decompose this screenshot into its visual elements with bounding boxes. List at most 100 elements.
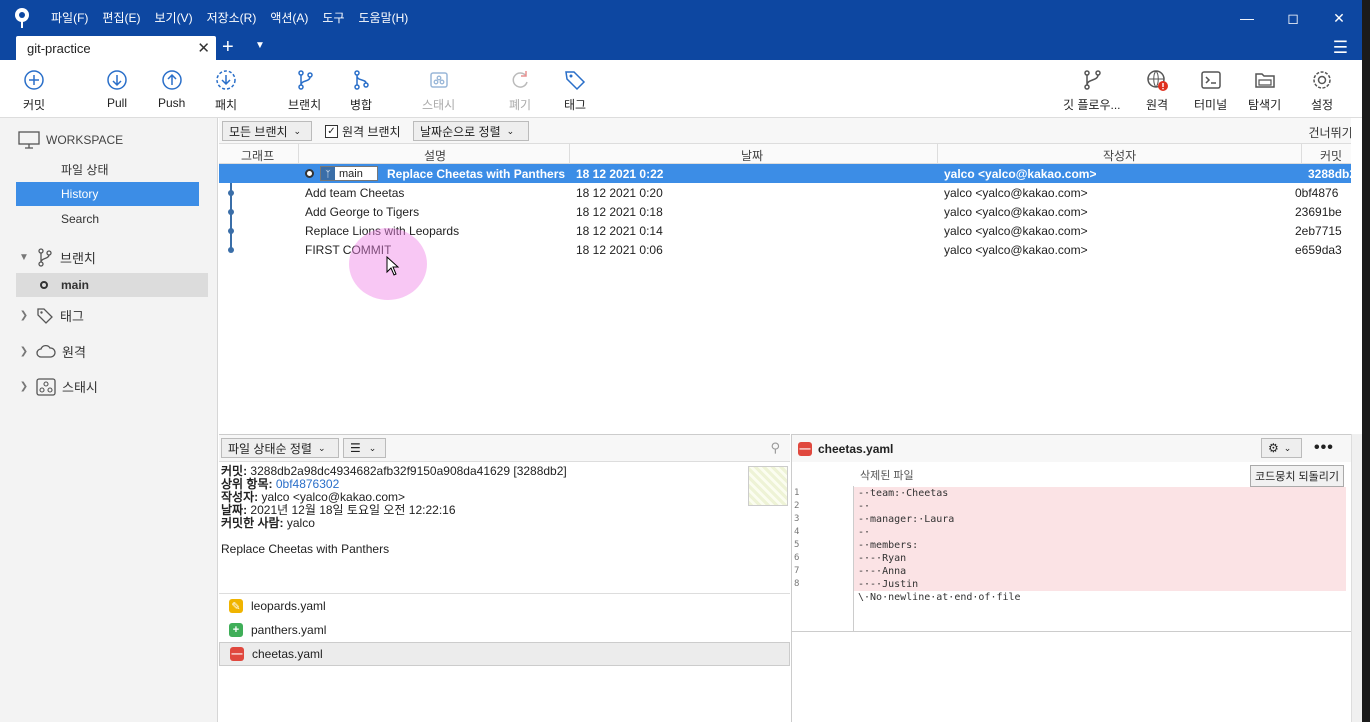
branch-button[interactable]: 브랜치	[288, 68, 321, 113]
gitflow-button[interactable]: 깃 플로우...	[1063, 68, 1121, 113]
sidebar-group-tags[interactable]: ❯ 태그	[18, 306, 84, 325]
settings-button[interactable]: 설정	[1310, 68, 1334, 113]
commit-row[interactable]: ᛉ main Replace Cheetas with Panthers 18 …	[219, 164, 1362, 183]
sidebar-group-remotes[interactable]: ❯ 원격	[18, 342, 86, 361]
menu-repository[interactable]: 저장소(R)	[200, 0, 264, 36]
pull-button[interactable]: Pull	[105, 68, 129, 110]
gear-icon: ⚙	[1268, 441, 1279, 455]
workspace-header: WORKSPACE	[18, 130, 123, 150]
menu-actions[interactable]: 액션(A)	[263, 0, 315, 36]
fetch-button[interactable]: 패치	[214, 68, 238, 113]
chevron-down-icon[interactable]: ▼	[255, 40, 265, 51]
sidebar-group-stashes[interactable]: ❯ 스태시	[18, 377, 98, 396]
tab-git-practice[interactable]: git-practice ✕	[16, 36, 216, 60]
settings-label: 설정	[1310, 98, 1334, 112]
file-row[interactable]: — cheetas.yaml	[219, 642, 790, 666]
sidebar-item-branch-main[interactable]: main	[16, 273, 208, 297]
column-graph[interactable]: 그래프	[241, 147, 274, 164]
minimize-icon[interactable]: —	[1224, 0, 1270, 36]
commit-author: yalco <yalco@kakao.com>	[944, 224, 1088, 238]
view-mode-dropdown[interactable]: ☰ ⌄	[343, 438, 386, 458]
diff-scrollbar[interactable]	[1351, 434, 1362, 722]
merge-icon	[354, 70, 369, 90]
diff-line-deleted: -·-·Justin	[854, 578, 1346, 591]
branch-filter-value: 모든 브랜치	[229, 124, 288, 139]
parent-commit-link[interactable]: 0bf4876302	[276, 477, 339, 491]
menu-file[interactable]: 파일(F)	[44, 0, 95, 36]
column-commit[interactable]: 커밋	[1320, 147, 1342, 164]
stash-button[interactable]: 스태시	[422, 68, 455, 113]
menu-tools[interactable]: 도구	[315, 0, 351, 36]
tag-button[interactable]: 태그	[563, 68, 587, 113]
diff-line-deleted: -·team:·Cheetas	[854, 487, 1346, 500]
diff-divider	[792, 631, 1352, 632]
commit-author: yalco <yalco@kakao.com>	[944, 243, 1088, 257]
remote-branches-toggle[interactable]: ✓ 원격 브랜치	[325, 123, 401, 140]
date-value: 2021년 12월 18일 토요일 오전 12:22:16	[250, 503, 456, 517]
checkbox-checked-icon[interactable]: ✓	[325, 125, 338, 138]
file-sort-dropdown[interactable]: 파일 상태순 정렬 ⌄	[221, 438, 339, 458]
push-button[interactable]: Push	[158, 68, 185, 110]
tag-label: 태그	[563, 98, 587, 112]
menu-edit[interactable]: 편집(E)	[95, 0, 147, 36]
commit-date: 18 12 2021 0:18	[576, 205, 663, 219]
sourcetree-window: 파일(F) 편집(E) 보기(V) 저장소(R) 액션(A) 도구 도움말(H)…	[0, 0, 1362, 722]
menu-view[interactable]: 보기(V)	[147, 0, 199, 36]
column-date[interactable]: 날짜	[741, 147, 763, 164]
monitor-icon	[18, 131, 40, 149]
mouse-pointer-icon	[386, 256, 400, 276]
column-author[interactable]: 작성자	[1103, 147, 1136, 164]
maximize-icon[interactable]: ◻	[1270, 0, 1316, 36]
explorer-button[interactable]: 탐색기	[1248, 68, 1281, 113]
diff-line-deleted: -·manager:·Laura	[854, 513, 1346, 526]
more-options-icon[interactable]: •••	[1314, 439, 1334, 457]
detail-label: 커밋:	[221, 464, 248, 478]
branch-label: 브랜치	[288, 98, 322, 112]
menu-help[interactable]: 도움말(H)	[352, 0, 416, 36]
merge-button[interactable]: 병합	[349, 68, 373, 113]
commit-date: 18 12 2021 0:22	[576, 167, 664, 181]
add-tab-icon[interactable]: +	[222, 36, 234, 58]
sidebar-group-branches[interactable]: ▼ 브랜치	[18, 247, 96, 267]
tab-bar: git-practice ✕ + ▼ ☰	[0, 36, 1362, 60]
search-icon[interactable]: ⚲	[770, 440, 780, 456]
sidebar-item-search[interactable]: Search	[16, 207, 199, 231]
line-number: 5	[794, 540, 800, 550]
window-controls: — ◻ ✕	[1224, 0, 1362, 36]
diff-options-dropdown[interactable]: ⚙ ⌄	[1261, 438, 1302, 458]
added-icon: +	[229, 623, 243, 637]
branch-label-main[interactable]: ᛉ main	[320, 166, 378, 181]
detail-label: 상위 항목:	[221, 477, 273, 491]
plus-circle-icon	[24, 70, 44, 90]
sidebar-item-file-status[interactable]: 파일 상태	[16, 157, 199, 181]
sidebar-item-label: Search	[61, 212, 100, 226]
commit-message: Add George to Tigers	[305, 205, 420, 219]
terminal-button[interactable]: 터미널	[1194, 68, 1227, 113]
commit-row[interactable]: Add George to Tigers 18 12 2021 0:18 yal…	[219, 202, 1362, 221]
stash-icon	[429, 72, 448, 88]
file-row[interactable]: + panthers.yaml	[219, 618, 790, 642]
file-row[interactable]: ✎ leopards.yaml	[219, 594, 790, 618]
commit-row[interactable]: Add team Cheetas 18 12 2021 0:20 yalco <…	[219, 183, 1362, 202]
commit-button[interactable]: 커밋	[22, 68, 46, 113]
remote-button[interactable]: 원격	[1145, 68, 1169, 113]
sidebar-item-label: History	[61, 187, 99, 201]
branch-icon: ᛉ	[321, 167, 335, 180]
column-description[interactable]: 설명	[424, 147, 446, 164]
sidebar-item-history[interactable]: History	[16, 182, 199, 206]
branch-filter-dropdown[interactable]: 모든 브랜치 ⌄	[222, 121, 312, 141]
sort-dropdown[interactable]: 날짜순으로 정렬 ⌄	[413, 121, 529, 141]
diff-line-deleted: -·	[854, 500, 1346, 513]
commit-list-scrollbar[interactable]	[1351, 118, 1362, 434]
discard-button[interactable]: 폐기	[508, 68, 532, 113]
close-tab-icon[interactable]: ✕	[197, 39, 210, 57]
gitflow-label: 깃 플로우...	[1063, 98, 1121, 112]
remotes-label: 원격	[62, 345, 86, 360]
chevron-down-icon: ⌄	[368, 442, 377, 453]
sort-value: 날짜순으로 정렬	[420, 124, 501, 139]
removed-icon: —	[798, 441, 812, 456]
revert-hunk-button[interactable]: 코드뭉치 되돌리기	[1249, 465, 1344, 487]
jump-to-label: 건너뛰기:	[1308, 126, 1357, 140]
close-icon[interactable]: ✕	[1316, 0, 1362, 36]
hamburger-menu-icon[interactable]: ☰	[1333, 38, 1348, 58]
